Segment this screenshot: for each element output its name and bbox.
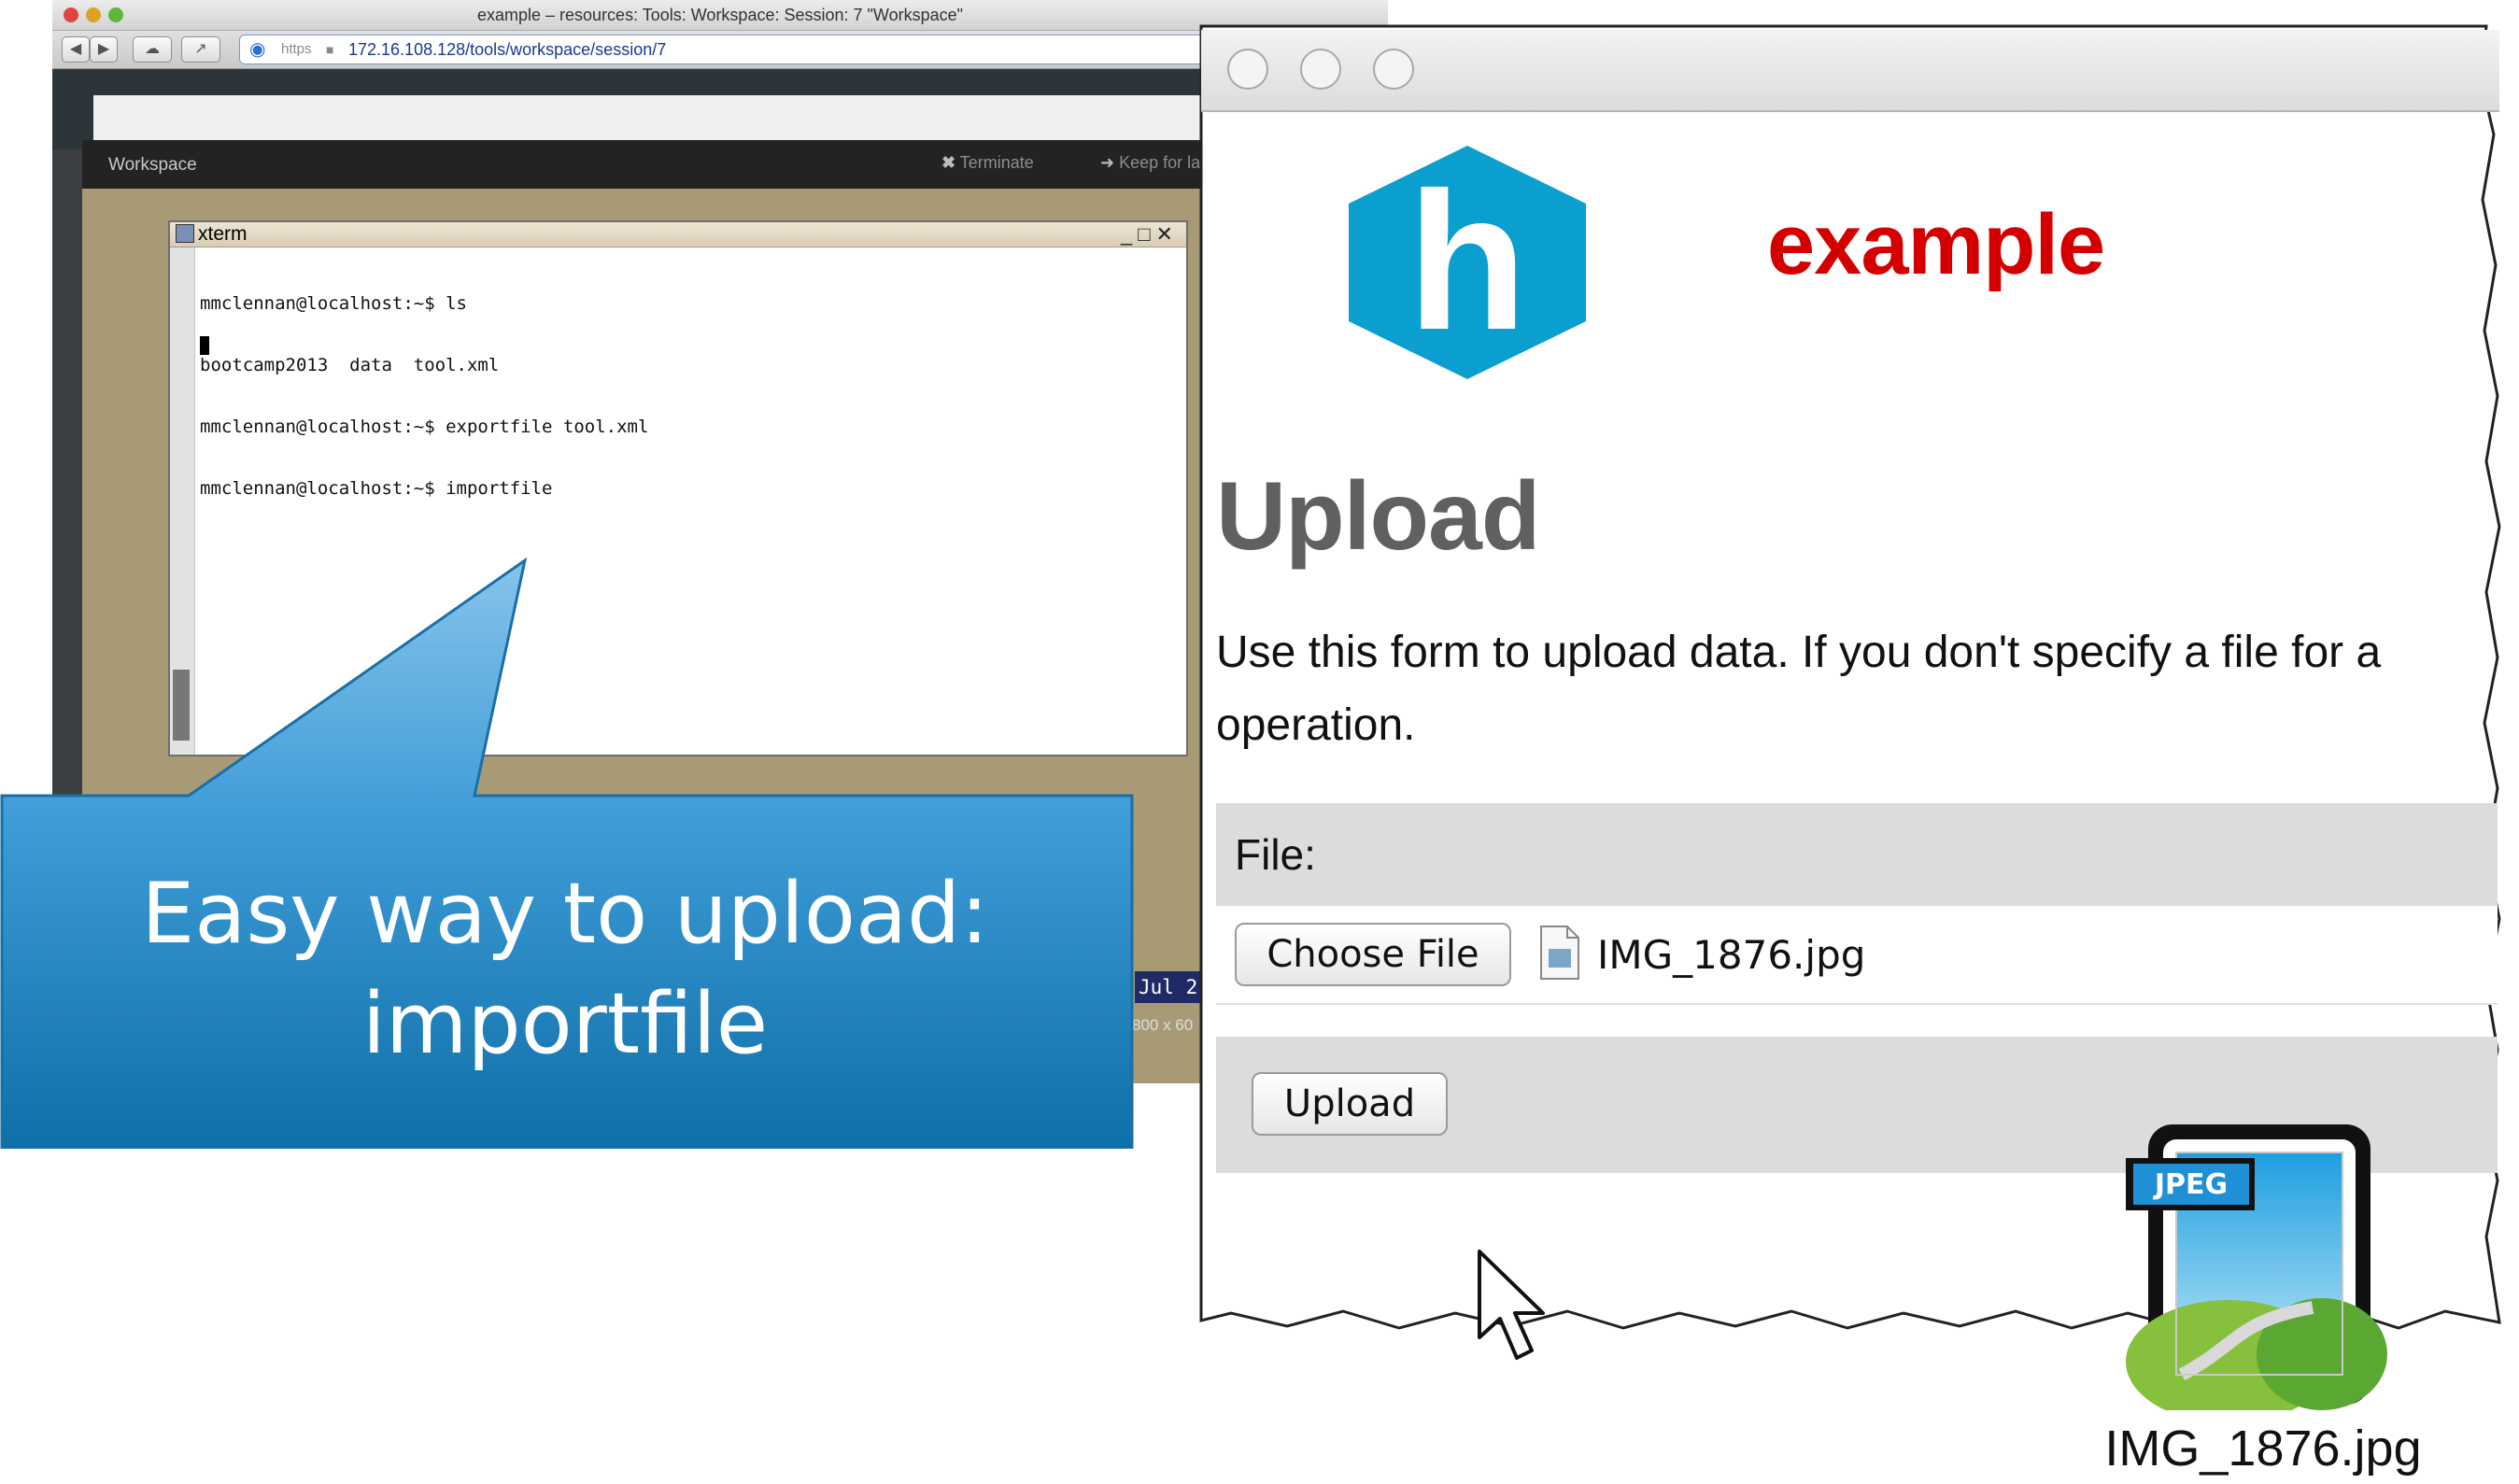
jpeg-badge: JPEG: [2153, 1168, 2228, 1201]
upload-window-titlebar[interactable]: [1201, 30, 2499, 112]
keep-label: Keep for lat: [1119, 153, 1206, 172]
terminal-icon: [176, 224, 194, 243]
text-cursor: [200, 336, 209, 355]
terminate-label: Terminate: [959, 153, 1034, 172]
share-icon[interactable]: ↗: [181, 36, 220, 63]
callout-text: Easy way to upload: importfile: [0, 859, 1130, 1080]
browser-toolbar: ◀ ▶ ☁ ↗ ◉ https ■ 172.16.108.128/tools/w…: [52, 31, 1388, 69]
terminal-line: mmclennan@localhost:~$ ls: [200, 293, 467, 314]
close-icon: ✖: [941, 153, 956, 172]
logo-letter: h: [1408, 151, 1527, 371]
forward-icon[interactable]: ▶: [90, 36, 118, 63]
minimize-icon[interactable]: [1300, 49, 1341, 90]
jpeg-file-icon: JPEG: [2126, 1124, 2387, 1410]
hub-logo-icon: h: [1349, 146, 1586, 379]
dragged-file-name: IMG_1876.jpg: [2104, 1420, 2422, 1477]
callout-line-1: Easy way to upload:: [141, 865, 989, 963]
lock-icon: ■: [326, 42, 334, 57]
description-line-2: operation.: [1216, 700, 1416, 750]
arrow-right-icon: ➜: [1100, 153, 1115, 172]
terminal-line: bootcamp2013 data tool.xml: [200, 355, 500, 375]
description-line-1: Use this form to upload data. If you don…: [1216, 628, 2382, 677]
file-label-row: File:: [1216, 803, 2498, 906]
selected-file-name: IMG_1876.jpg: [1597, 932, 1866, 978]
workspace-header: Workspace ✖ Terminate ➜ Keep for lat: [82, 140, 1295, 189]
xterm-titlebar[interactable]: xterm _□✕: [170, 222, 1186, 247]
description: Use this form to upload data. If you don…: [1216, 616, 2505, 762]
back-icon[interactable]: ◀: [62, 36, 90, 63]
url-scheme: https: [281, 41, 312, 57]
icloud-icon[interactable]: ☁: [133, 36, 172, 63]
upload-button[interactable]: Upload: [1252, 1072, 1448, 1136]
keep-button[interactable]: ➜ Keep for lat: [1100, 153, 1205, 173]
browser-titlebar: example – resources: Tools: Workspace: S…: [52, 0, 1388, 31]
url-text: 172.16.108.128/tools/workspace/session/7: [348, 40, 667, 59]
choose-file-button[interactable]: Choose File: [1235, 923, 1511, 986]
status-resolution: 800 x 60: [1132, 1016, 1194, 1034]
zoom-icon[interactable]: [1373, 49, 1414, 90]
workspace-title: Workspace: [108, 155, 197, 175]
window-controls-icon[interactable]: _□✕: [1121, 222, 1179, 247]
file-input-row: Choose File IMG_1876.jpg: [1216, 906, 2498, 1005]
terminal-output[interactable]: mmclennan@localhost:~$ ls bootcamp2013 d…: [200, 252, 648, 540]
xterm-title: xterm: [198, 223, 248, 245]
callout-line-2: importfile: [361, 975, 769, 1073]
page-title: Upload: [1216, 462, 1540, 571]
terminal-line: mmclennan@localhost:~$ exportfile tool.x…: [200, 417, 649, 437]
close-icon[interactable]: [1227, 49, 1268, 90]
document-icon: [1540, 926, 1579, 980]
terminate-button[interactable]: ✖ Terminate: [941, 153, 1034, 173]
file-label: File:: [1235, 830, 1316, 879]
site-name: example: [1767, 197, 2105, 292]
terminal-line: mmclennan@localhost:~$ importfile: [200, 478, 553, 499]
browser-title: example – resources: Tools: Workspace: S…: [476, 6, 963, 24]
globe-icon: ◉: [249, 39, 266, 60]
mouse-pointer-icon: [1478, 1250, 1545, 1360]
